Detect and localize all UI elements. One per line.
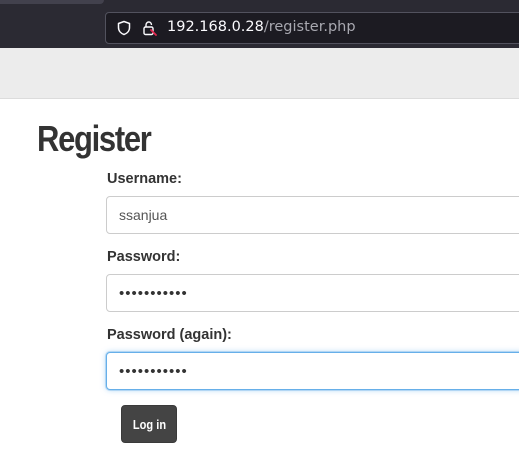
login-button[interactable]: Log in [121, 405, 177, 443]
username-label: Username: [107, 171, 182, 187]
insecure-lock-icon[interactable] [141, 20, 157, 36]
shield-icon[interactable] [116, 20, 132, 36]
url-host: 192.168.0.28 [167, 19, 264, 35]
url-path: /register.php [263, 19, 356, 35]
address-bar[interactable]: 192.168.0.28/register.php [105, 12, 519, 44]
username-input[interactable] [106, 196, 519, 234]
page-title: Register [37, 118, 152, 159]
url-text[interactable]: 192.168.0.28/register.php [167, 19, 356, 35]
site-header-bar [0, 48, 519, 99]
password-label: Password: [107, 249, 181, 265]
browser-toolbar: 192.168.0.28/register.php [0, 0, 519, 48]
password-again-input[interactable] [106, 352, 519, 390]
password-again-label: Password (again): [107, 327, 232, 343]
login-button-label: Log in [132, 416, 166, 432]
browser-tab-edge[interactable] [0, 0, 104, 4]
password-input[interactable] [106, 274, 519, 312]
